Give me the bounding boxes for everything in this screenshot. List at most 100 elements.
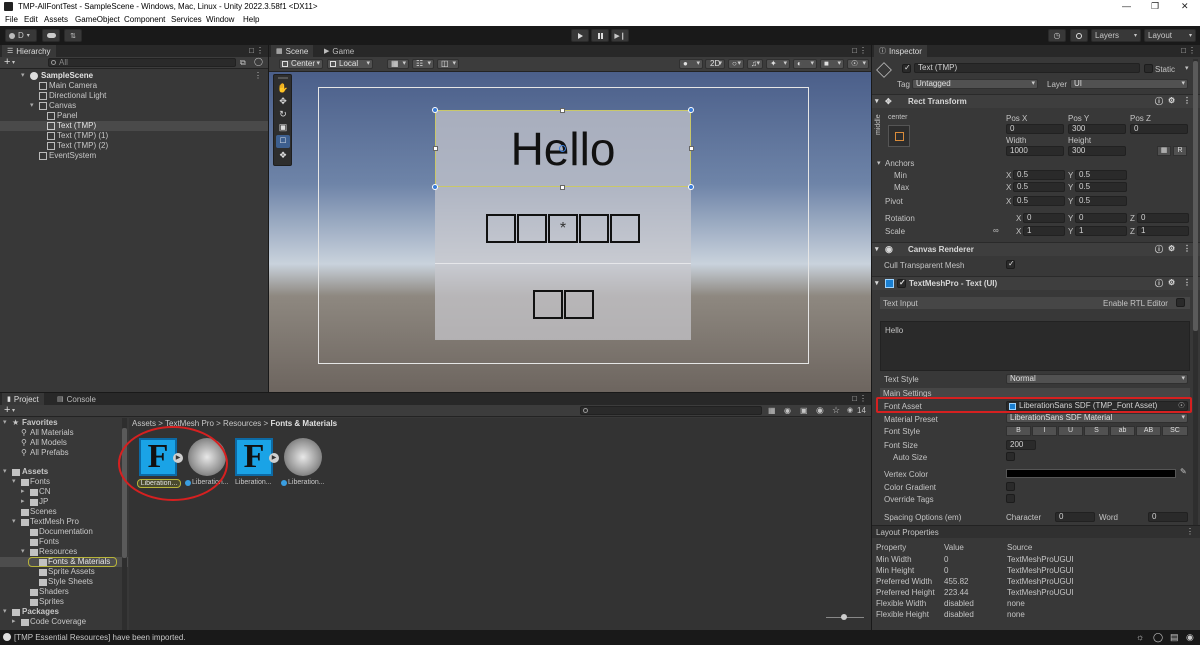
tree-all-materials[interactable]: ⚲ All Materials [0,428,128,438]
palette-grip[interactable] [278,77,288,79]
bug-report-icon[interactable]: ☼ [1136,632,1144,642]
font-style-italic[interactable]: I [1032,426,1057,436]
add-icon[interactable]: + [4,56,10,68]
layout-properties-header[interactable]: Layout Properties ⋮ [872,526,1200,538]
pivot-y-field[interactable]: 0.5 [1075,196,1127,206]
rect-handle[interactable] [560,185,565,190]
scale-y-field[interactable]: 1 [1075,226,1127,236]
tree-shaders[interactable]: Shaders [0,587,128,597]
chevron-down-icon[interactable]: ▾ [1185,64,1189,72]
link-icon[interactable]: ∞ [993,226,999,235]
search-by-type-icon[interactable]: ▦ [768,406,776,415]
breadcrumb-item[interactable]: Assets [132,419,156,428]
pos-y-field[interactable]: 300 [1068,124,1126,134]
material-preset-dropdown[interactable]: LiberationSans SDF Material [1006,413,1188,423]
expand-arrow-icon[interactable]: ▾ [12,477,16,485]
asset-tile[interactable]: Liberation... [281,438,325,490]
font-style-bold[interactable]: B [1006,426,1031,436]
rect-handle[interactable] [689,146,694,151]
font-style-uppercase[interactable]: AB [1136,426,1161,436]
play-button[interactable] [571,29,589,42]
close-button[interactable]: ✕ [1181,1,1189,12]
hierarchy-item-text-tmp-1[interactable]: Text (TMP) (1) [0,131,268,141]
anchor-max-y-field[interactable]: 0.5 [1075,182,1127,192]
tree-code-coverage[interactable]: ▸ Code Coverage [0,617,128,627]
hidden-packages-icon[interactable]: ◉ [816,405,824,416]
tree-cn[interactable]: ▸ CN [0,487,128,497]
breadcrumb-item[interactable]: Resources [223,419,261,428]
minimize-button[interactable]: — [1122,1,1131,11]
character-spacing-field[interactable]: 0 [1055,512,1095,522]
expand-arrow-icon[interactable]: ▾ [3,607,7,615]
tree-sprite-assets[interactable]: Sprite Assets [0,567,128,577]
hierarchy-item-samplescene[interactable]: ▾ SampleScene ⋮ [0,71,268,81]
menu-services[interactable]: Services [171,15,202,24]
collab-button[interactable]: ⇅ [64,29,82,42]
anchor-min-y-field[interactable]: 0.5 [1075,170,1127,180]
expand-arrow-icon[interactable]: ▸ [12,617,16,625]
effects-dropdown[interactable]: ✦ [766,59,790,69]
hand-tool-icon[interactable]: ✋ [277,83,289,95]
scale-tool-icon[interactable]: ▣ [277,122,289,134]
tree-favorites[interactable]: ▾ ★ Favorites [0,418,128,428]
rtl-editor-checkbox[interactable] [1176,298,1185,307]
anchor-preset-button[interactable] [888,125,910,147]
text-input-area[interactable]: Hello [880,321,1190,371]
cache-server-icon[interactable]: ◯ [1153,632,1163,643]
rect-handle[interactable] [432,184,438,190]
expand-arrow-icon[interactable]: ▸ [21,487,25,495]
auto-size-checkbox[interactable] [1006,452,1015,461]
add-icon[interactable]: + [4,404,10,416]
rotation-z-field[interactable]: 0 [1137,213,1189,223]
menu-help[interactable]: Help [243,15,259,24]
menu-assets[interactable]: Assets [44,15,68,24]
pivot-x-field[interactable]: 0.5 [1013,196,1065,206]
lock-icon[interactable]: □ [852,394,857,403]
draw-mode-dropdown[interactable]: ● [679,59,703,69]
rotation-y-field[interactable]: 0 [1075,213,1127,223]
breadcrumb-item[interactable]: Fonts & Materials [270,419,337,428]
pause-button[interactable] [591,29,609,42]
static-checkbox[interactable] [1144,64,1153,73]
anchor-min-x-field[interactable]: 0.5 [1013,170,1065,180]
tree-textmesh-pro[interactable]: ▾ TextMesh Pro [0,517,128,527]
eyedropper-icon[interactable]: ✎ [1180,467,1187,476]
kebab-menu-icon[interactable]: ⋮ [254,71,262,80]
thumbnail-size-slider[interactable] [826,614,864,620]
tree-fonts-materials[interactable]: Fonts & Materials [0,557,128,567]
pivot-dropdown[interactable]: Center [279,59,323,69]
tree-resources[interactable]: ▾ Resources [0,547,128,557]
kebab-menu-icon[interactable]: ⋮ [1183,96,1191,105]
tree-scenes[interactable]: Scenes [0,507,128,517]
transform-tool-icon[interactable]: ❖ [277,150,289,162]
text-style-dropdown[interactable]: Normal [1006,374,1188,384]
color-gradient-checkbox[interactable] [1006,482,1015,491]
tab-console[interactable]: ▤ Console [52,393,101,405]
rect-handle[interactable] [432,107,438,113]
kebab-menu-icon[interactable]: ⋮ [859,46,867,55]
anchor-max-x-field[interactable]: 0.5 [1013,182,1065,192]
search-by-label-icon[interactable]: ◉ [784,406,791,415]
rect-transform-header[interactable]: ▾ ✥ Rect Transform ⓘ ⚙ ⋮ [872,94,1200,108]
canvas-renderer-header[interactable]: ▾ ◉ Canvas Renderer ⓘ ⚙ ⋮ [872,242,1200,256]
help-icon[interactable]: ⓘ [1155,96,1163,107]
cull-transparent-checkbox[interactable] [1006,259,1015,269]
preset-icon[interactable]: ⚙ [1168,96,1175,105]
save-search-icon[interactable]: ▣ [800,406,808,415]
object-name-field[interactable]: Text (TMP) [914,63,1140,73]
increment-snap-dropdown[interactable]: ☷ [412,59,434,69]
pivot-handle[interactable] [559,145,566,152]
move-tool-icon[interactable]: ✥ [277,96,289,108]
hierarchy-item-canvas[interactable]: ▾ Canvas [0,101,268,111]
kebab-menu-icon[interactable]: ⋮ [1183,244,1191,253]
rect-handle[interactable] [560,108,565,113]
expand-arrow-icon[interactable]: ▸ [21,497,25,505]
maximize-button[interactable]: ❐ [1151,1,1159,12]
kebab-menu-icon[interactable]: ⋮ [1186,527,1194,536]
override-tags-checkbox[interactable] [1006,494,1015,503]
favorite-star-icon[interactable]: ☆ [832,405,840,416]
tree-jp[interactable]: ▸ JP [0,497,128,507]
tree-tmp-fonts[interactable]: Fonts [0,537,128,547]
help-icon[interactable]: ⓘ [1155,278,1163,289]
audio-toggle[interactable]: ♫ [747,59,763,69]
